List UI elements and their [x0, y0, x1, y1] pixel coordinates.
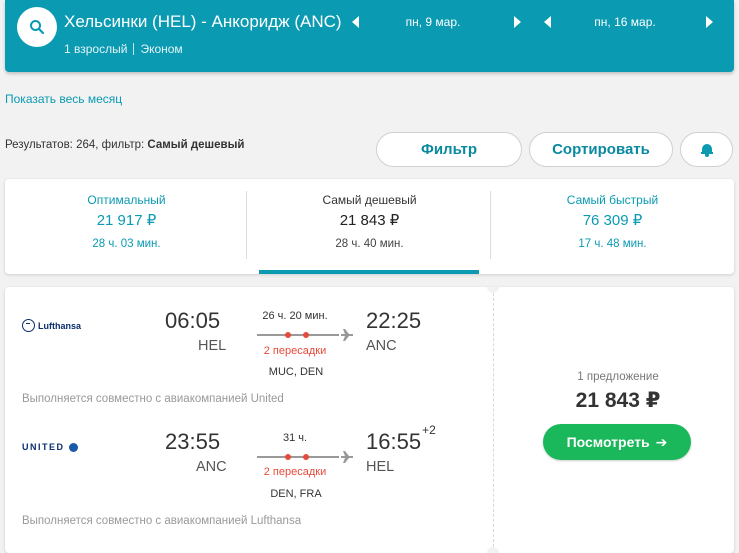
ticket-notch [487, 287, 499, 293]
sort-button[interactable]: Сортировать [529, 132, 673, 167]
depart-date[interactable]: пн, 9 мар. [373, 14, 493, 30]
route-line [257, 454, 339, 460]
chevron-right-icon [705, 16, 713, 28]
show-month-link[interactable]: Показать весь месяц [5, 92, 122, 106]
departure-time: 23:55 [165, 429, 221, 454]
tab-duration: 28 ч. 03 мин. [92, 238, 161, 250]
search-header: Хельсинки (HEL) - Анкоридж (ANC) 1 взрос… [5, 0, 734, 72]
passenger-info[interactable]: 1 взрослый Эконом [64, 42, 183, 56]
search-icon [30, 20, 45, 35]
chevron-left-icon [543, 16, 551, 28]
codeshare-note: Выполняется совместно с авиакомпанией Lu… [22, 515, 302, 527]
depart-next-button[interactable] [510, 14, 524, 30]
stop-dot [303, 332, 309, 338]
price-alert-button[interactable] [680, 132, 733, 167]
return-prev-button[interactable] [540, 14, 554, 30]
tab-title: Оптимальный [87, 193, 166, 207]
results-prefix: Результатов: 264, фильтр: [5, 139, 145, 151]
lufthansa-crane-icon [22, 319, 35, 332]
chevron-right-icon [513, 16, 521, 28]
cabin-class: Эконом [140, 42, 183, 56]
airline-logo-united: UNITED [22, 442, 78, 452]
arrival-airport: HEL [366, 459, 395, 475]
stop-airports: DEN, FRA [270, 488, 322, 500]
plane-icon [341, 451, 353, 463]
tab-fastest[interactable]: Самый быстрый 76 309 ₽ 17 ч. 48 мин. [491, 179, 734, 274]
offers-count: 1 предложение [577, 371, 659, 383]
departure-time: 06:05 [165, 308, 221, 333]
stop-airports: MUC, DEN [268, 366, 324, 378]
stop-dot [285, 332, 291, 338]
chevron-left-icon [351, 16, 359, 28]
tab-duration: 28 ч. 40 мин. [335, 238, 404, 250]
tab-price: 21 843 ₽ [339, 212, 400, 229]
ticket-notch [487, 547, 499, 553]
arrival-time: 16:55+2 [366, 423, 436, 455]
depart-prev-button[interactable] [348, 14, 362, 30]
tab-cheapest[interactable]: Самый дешевый 21 843 ₽ 28 ч. 40 мин. [248, 179, 491, 274]
active-tab-indicator [259, 270, 479, 274]
passenger-count: 1 взрослый [64, 42, 128, 56]
stops-count: 2 пересадки [263, 466, 327, 478]
bell-icon [700, 143, 713, 157]
flight-duration: 31 ч. [282, 432, 308, 444]
flight-duration: 26 ч. 20 мин. [262, 310, 328, 322]
day-offset: +2 [422, 423, 436, 437]
departure-airport: ANC [196, 459, 227, 475]
return-date[interactable]: пн, 16 мар. [565, 14, 685, 30]
results-summary: Результатов: 264, фильтр: Самый дешевый [5, 139, 244, 151]
divider [133, 43, 135, 55]
arrow-right-icon: ➔ [655, 433, 668, 450]
plane-icon [341, 329, 353, 341]
tab-optimal[interactable]: Оптимальный 21 917 ₽ 28 ч. 03 мин. [5, 179, 248, 274]
airline-name: UNITED [22, 442, 65, 452]
route-line [257, 332, 339, 338]
divider [246, 191, 247, 259]
results-filter-value: Самый дешевый [147, 139, 245, 151]
stops-count: 2 пересадки [263, 345, 327, 357]
view-offer-label: Посмотреть [566, 434, 650, 450]
search-button[interactable] [17, 7, 57, 47]
tab-duration: 17 ч. 48 мин. [578, 238, 647, 250]
codeshare-note: Выполняется совместно с авиакомпанией Un… [22, 393, 284, 405]
route-title[interactable]: Хельсинки (HEL) - Анкоридж (ANC) [64, 12, 342, 32]
arrival-time: 22:25 [366, 308, 422, 333]
filter-button[interactable]: Фильтр [376, 132, 522, 167]
tab-title: Самый быстрый [566, 193, 659, 207]
united-globe-icon [68, 442, 78, 452]
divider [493, 293, 494, 547]
tab-price: 76 309 ₽ [582, 212, 643, 229]
view-offer-button[interactable]: Посмотреть ➔ [543, 424, 691, 460]
tab-title: Самый дешевый [322, 193, 417, 207]
stop-dot [303, 454, 309, 460]
sort-tabs: Оптимальный 21 917 ₽ 28 ч. 03 мин. Самый… [5, 179, 734, 274]
tab-price: 21 917 ₽ [96, 212, 157, 229]
arrival-airport: ANC [366, 338, 397, 354]
offer-price: 21 843 ₽ [575, 389, 661, 412]
arrival-time-value: 16:55 [366, 429, 422, 454]
departure-airport: HEL [198, 338, 227, 354]
return-next-button[interactable] [702, 14, 716, 30]
airline-logo-lufthansa: Lufthansa [22, 319, 81, 332]
stop-dot [285, 454, 291, 460]
airline-name: Lufthansa [38, 320, 82, 331]
